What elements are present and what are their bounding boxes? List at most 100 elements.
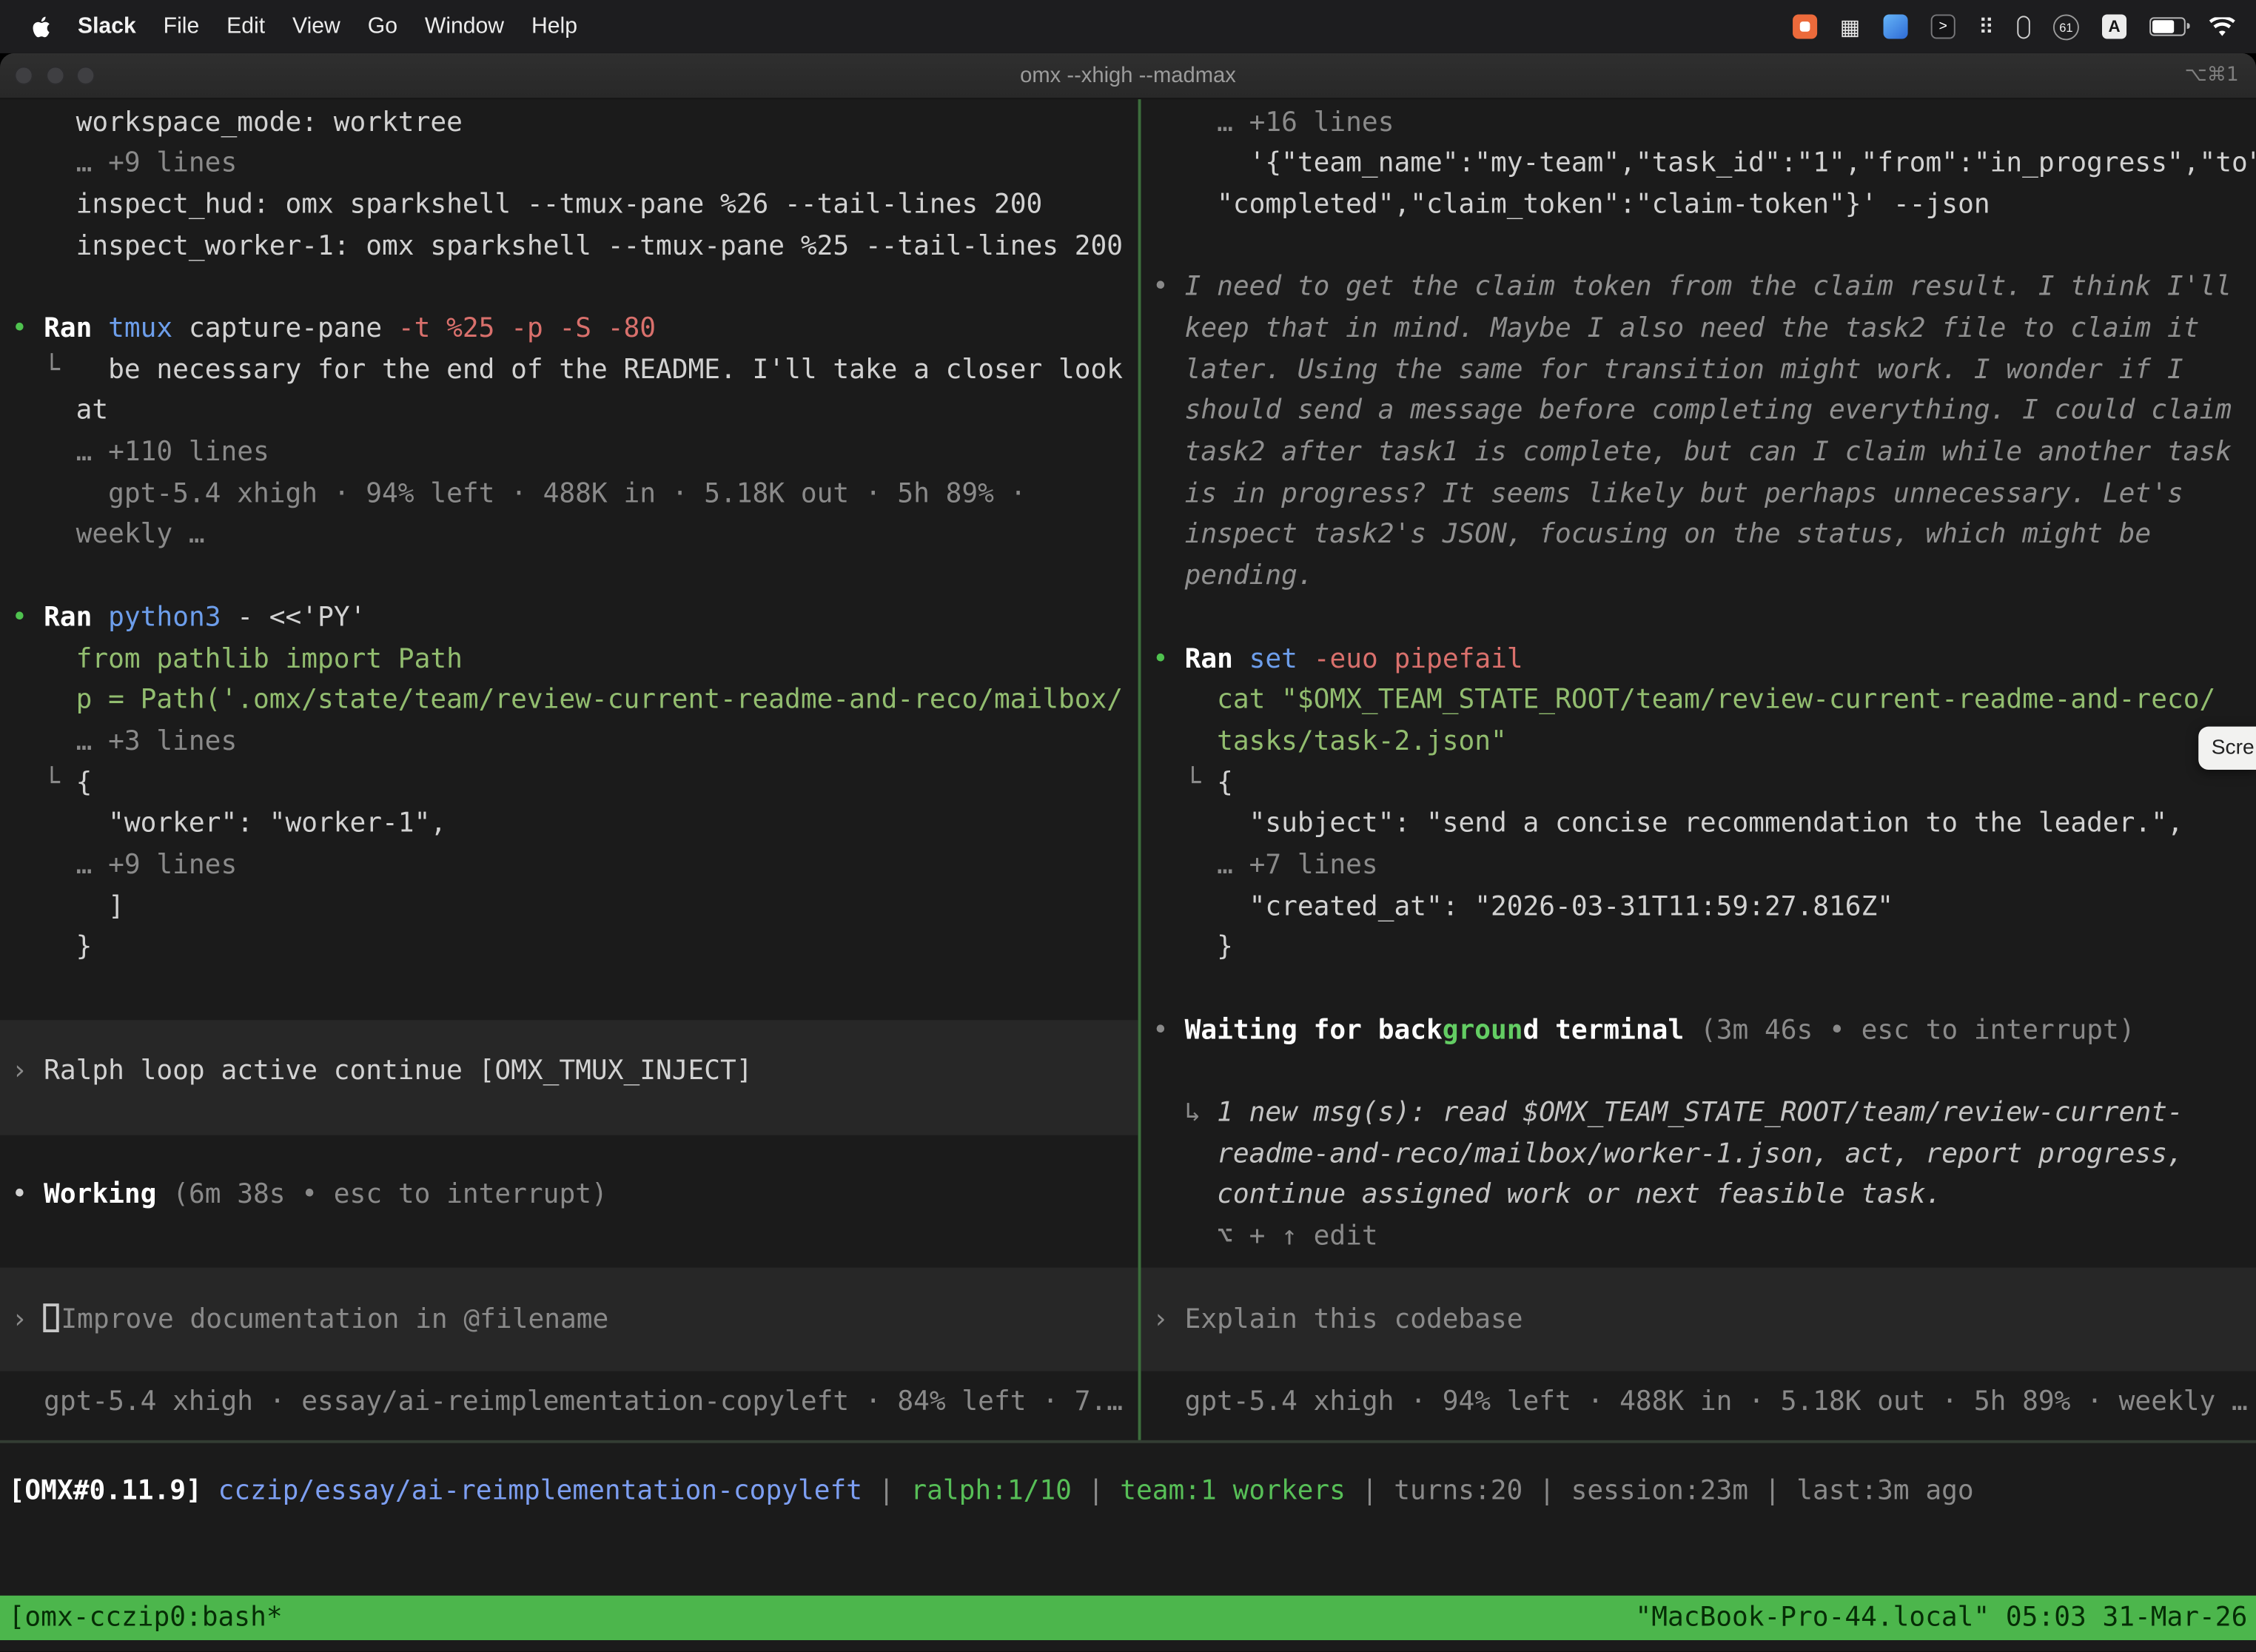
terminal-line: keep that in mind. Maybe I also need the… xyxy=(1152,309,2256,351)
text-segment: "worker": "worker-1", xyxy=(12,809,447,839)
tmux-status-bar: [omx-cczip0:bash* "MacBook-Pro-44.local"… xyxy=(0,1596,2256,1640)
text-segment: be necessary for the end of the README. … xyxy=(108,355,1123,386)
text-segment: [OMX#0.11.9] xyxy=(9,1476,202,1506)
menu-edit[interactable]: Edit xyxy=(226,13,265,39)
battery-icon[interactable] xyxy=(2149,17,2186,36)
text-segment: cczip/essay/ai-reimplementation-copyleft xyxy=(218,1476,862,1506)
terminal-line: └ { xyxy=(1152,763,2256,805)
active-app-menu[interactable]: Slack xyxy=(78,13,136,39)
menu-view[interactable]: View xyxy=(292,13,340,39)
text-segment: from pathlib import Path xyxy=(12,644,463,674)
text-segment: } xyxy=(12,933,93,963)
terminal-window: omx --xhigh --madmax ⌥⌘1 workspace_mode:… xyxy=(0,53,2256,1652)
terminal-line: from pathlib import Path xyxy=(12,639,1138,681)
text-cursor xyxy=(44,1303,59,1332)
terminal-line: "worker": "worker-1", xyxy=(12,805,1138,846)
notification-sliver[interactable]: Scre xyxy=(2198,727,2256,770)
text-segment: readme-and-reco/mailbox/worker-1.json, a… xyxy=(1152,1139,2183,1169)
input-source-icon[interactable]: A xyxy=(2102,14,2126,38)
terminal-line: ⌥ + ↑ edit xyxy=(1152,1218,2256,1259)
text-segment: p = Path('.omx/state/team/review-current… xyxy=(12,685,1123,716)
window-titlebar[interactable]: omx --xhigh --madmax ⌥⌘1 xyxy=(0,53,2256,99)
menu-help[interactable]: Help xyxy=(531,13,577,39)
tmux-pane-left[interactable]: workspace_mode: worktree … +9 lines insp… xyxy=(0,99,1138,1440)
terminal-line: … +16 lines xyxy=(1152,103,2256,144)
terminal-line: … +3 lines xyxy=(12,722,1138,764)
terminal-line: p = Path('.omx/state/team/review-current… xyxy=(12,681,1138,722)
text-segment: Improve documentation in @filename xyxy=(61,1304,608,1334)
terminal-line xyxy=(12,1341,1138,1383)
text-segment: | xyxy=(1523,1476,1571,1506)
capsule-icon[interactable] xyxy=(2017,15,2030,38)
window-shortcut-hint: ⌥⌘1 xyxy=(2184,53,2238,98)
terminal-line: • Ran tmux capture-pane -t %25 -p -S -80 xyxy=(12,309,1138,351)
terminal-line: [OMX#0.11.9] cczip/essay/ai-reimplementa… xyxy=(9,1472,2256,1514)
terminal-line xyxy=(12,1259,1138,1300)
text-segment: -t %25 -p -S -80 xyxy=(398,314,656,344)
text-segment: • xyxy=(1152,1015,1185,1046)
terminal-line: tasks/task-2.json" xyxy=(1152,722,2256,764)
text-segment: { xyxy=(1217,768,1233,798)
text-segment: Ran xyxy=(44,602,92,633)
text-segment: … +16 lines xyxy=(1152,107,1394,138)
apple-menu-icon[interactable] xyxy=(32,15,50,38)
terminal-line: readme-and-reco/mailbox/worker-1.json, a… xyxy=(1152,1135,2256,1176)
text-segment: weekly … xyxy=(12,520,205,551)
terminal-line: pending. xyxy=(1152,557,2256,599)
blue-app-icon[interactable] xyxy=(1884,14,1908,38)
terminal-line xyxy=(12,268,1138,309)
text-segment: d terminal xyxy=(1523,1015,1685,1046)
text-segment: Ran xyxy=(1185,644,1233,674)
text-segment: … +110 lines xyxy=(12,437,269,468)
text-segment: (6m 38s • esc to interrupt) xyxy=(156,1181,607,1211)
menu-file[interactable]: File xyxy=(164,13,200,39)
terminal-line: └ be necessary for the end of the README… xyxy=(12,351,1138,392)
screen-recording-icon[interactable] xyxy=(1793,14,1817,38)
text-segment: └ xyxy=(12,768,76,798)
dots-grid-icon[interactable]: ⠿ xyxy=(1978,13,1994,39)
text-segment xyxy=(1233,644,1249,674)
right-pane-lines: … +16 lines '{"team_name":"my-team","tas… xyxy=(1152,103,2256,1423)
text-segment: › Explain this codebase xyxy=(1152,1304,1523,1334)
terminal-line: › Improve documentation in @filename xyxy=(12,1300,1138,1341)
window-title: omx --xhigh --madmax xyxy=(0,53,2256,98)
terminal-line: gpt-5.4 xhigh · 94% left · 488K in · 5.1… xyxy=(12,474,1138,516)
text-segment: capture-pane xyxy=(172,314,398,344)
menu-bar: Slack File Edit View Go Window Help ▦ > … xyxy=(0,0,2256,53)
text-segment: (3m 46s • esc to interrupt) xyxy=(1684,1015,2135,1046)
terminal-line: "completed","claim_token":"claim-token"}… xyxy=(1152,186,2256,227)
terminal-line xyxy=(12,970,1138,1011)
text-segment: python3 xyxy=(108,602,221,633)
terminal-line: cat "$OMX_TEAM_STATE_ROOT/team/review-cu… xyxy=(1152,681,2256,722)
tmux-pane-right[interactable]: … +16 lines '{"team_name":"my-team","tas… xyxy=(1141,99,2256,1440)
gauge-badge[interactable]: 61 xyxy=(2053,13,2079,39)
text-segment: • xyxy=(12,602,44,633)
text-segment: gpt-5.4 xhigh · 94% left · 488K in · 5.1… xyxy=(1152,1387,2248,1417)
tmux-session-info: [omx-cczip0:bash* xyxy=(9,1602,283,1633)
text-segment: keep that in mind. Maybe I also need the… xyxy=(1152,314,2199,344)
menu-go[interactable]: Go xyxy=(368,13,397,39)
text-segment: { xyxy=(76,768,93,798)
text-segment: Ralph loop active continue [OMX_TMUX_INJ… xyxy=(44,1057,752,1087)
text-segment: … +3 lines xyxy=(12,726,238,756)
text-segment: workspace_mode: worktree xyxy=(12,107,463,138)
grid-icon[interactable]: ▦ xyxy=(1840,13,1861,39)
terminal-line: • Waiting for background terminal (3m 46… xyxy=(1152,1011,2256,1052)
text-segment: ] xyxy=(12,892,124,922)
omx-status-line: [OMX#0.11.9] cczip/essay/ai-reimplementa… xyxy=(9,1472,2256,1514)
text-segment: } xyxy=(1152,933,1233,963)
text-segment: at xyxy=(12,396,109,426)
text-segment: set xyxy=(1249,644,1297,674)
terminal-line xyxy=(1152,1341,2256,1383)
terminal-app-icon[interactable]: > xyxy=(1931,14,1955,38)
left-pane-lines: workspace_mode: worktree … +9 lines insp… xyxy=(12,103,1138,1423)
text-segment xyxy=(202,1476,218,1506)
text-segment xyxy=(92,602,108,633)
text-segment: I need to get the claim token from the c… xyxy=(1185,272,2232,303)
wifi-icon[interactable] xyxy=(2209,16,2236,36)
terminal-line xyxy=(1152,1259,2256,1300)
text-segment: inspect_worker-1: omx sparkshell --tmux-… xyxy=(12,231,1123,261)
menu-window[interactable]: Window xyxy=(425,13,504,39)
terminal-line: "subject": "send a concise recommendatio… xyxy=(1152,805,2256,846)
horizontal-divider xyxy=(0,1440,2256,1443)
